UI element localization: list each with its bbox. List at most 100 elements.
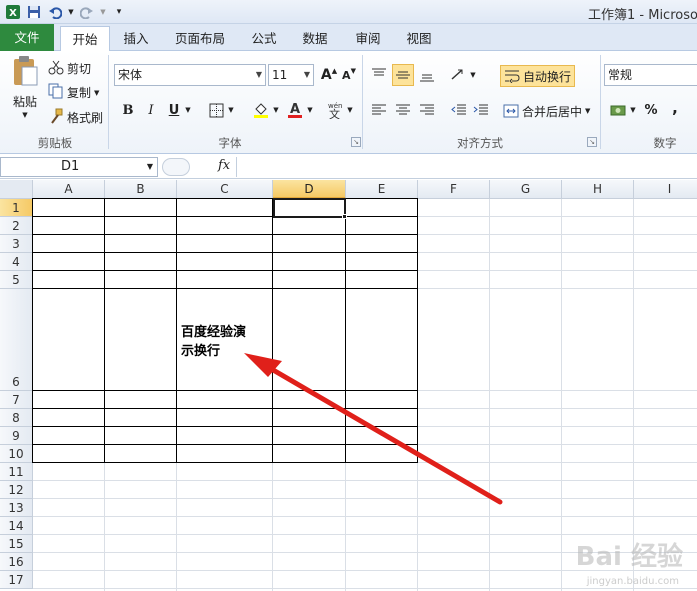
tab-view[interactable]: 视图	[398, 26, 440, 51]
align-top-button[interactable]	[368, 64, 390, 86]
paste-label: 粘贴	[12, 95, 37, 109]
undo-dropdown-icon[interactable]: ▼	[67, 3, 75, 21]
format-painter-label: 格式刷	[67, 111, 104, 125]
cut-button[interactable]: 剪切	[48, 59, 91, 78]
phonetic-dropdown-icon[interactable]: ▼	[345, 99, 355, 121]
merge-center-label: 合并后居中	[522, 104, 583, 119]
font-name-combo[interactable]: 宋体 ▼	[114, 64, 266, 86]
phonetic-guide-button[interactable]: wén 文	[325, 99, 347, 121]
tab-data[interactable]: 数据	[294, 26, 336, 51]
clipboard-group-label: 剪贴板	[37, 136, 73, 150]
tab-insert[interactable]: 插入	[113, 26, 159, 51]
formula-input[interactable]	[236, 157, 697, 177]
ribbon: 粘贴 ▼ 剪切 复制 ▼ 格式刷 剪贴板 ↘ 宋体 ▼ 11 ▼ A ▲ A ▼ B…	[0, 51, 697, 154]
paste-icon	[11, 55, 39, 90]
font-dialog-launcher-icon[interactable]: ↘	[351, 137, 361, 147]
tab-review[interactable]: 审阅	[347, 26, 389, 51]
tab-file[interactable]: 文件	[0, 24, 54, 51]
paint-bucket-icon	[254, 103, 268, 118]
shrink-font-button[interactable]: A ▼	[338, 64, 360, 86]
borders-button[interactable]	[205, 99, 227, 121]
name-box-dropdown-icon[interactable]: ▼	[147, 158, 153, 176]
comma-style-button[interactable]: ,	[664, 97, 686, 119]
align-left-icon	[372, 104, 386, 115]
font-group-label: 字体	[218, 136, 242, 150]
align-right-button[interactable]	[416, 99, 438, 121]
align-middle-button[interactable]	[392, 64, 414, 86]
align-middle-icon	[396, 71, 410, 79]
fill-color-button[interactable]	[250, 99, 272, 121]
orientation-button[interactable]	[448, 64, 470, 86]
spreadsheet-grid[interactable]: ABCDEFGHI 1 2 3 4 5 6 7 8 9 10 11 12 13 14 15 16 17 百度经验…	[0, 180, 697, 591]
italic-button[interactable]: I	[140, 99, 162, 121]
insert-function-icon[interactable]: fx	[218, 158, 230, 173]
font-size-dropdown-icon[interactable]: ▼	[304, 65, 310, 85]
orientation-dropdown-icon[interactable]: ▼	[468, 64, 478, 86]
grow-font-label: A	[320, 67, 332, 83]
currency-icon	[610, 105, 626, 116]
name-box-value: D1	[61, 159, 80, 174]
formula-bar-grip-icon[interactable]	[162, 158, 190, 176]
number-format-combo[interactable]: 常规	[604, 64, 697, 86]
save-icon[interactable]	[25, 3, 43, 21]
wrap-text-button[interactable]: 自动换行	[500, 65, 576, 87]
decrease-indent-button[interactable]	[448, 99, 470, 121]
redo-dropdown-icon[interactable]: ▼	[99, 3, 107, 21]
paste-button[interactable]: 粘贴 ▼	[8, 55, 42, 119]
increase-indent-button[interactable]	[470, 99, 492, 121]
tab-page-layout[interactable]: 页面布局	[168, 26, 232, 51]
ribbon-tabs: 文件 开始 插入 页面布局 公式 数据 审阅 视图	[0, 24, 697, 52]
copy-label: 复制	[67, 86, 92, 100]
borders-dropdown-icon[interactable]: ▼	[226, 99, 236, 121]
merge-center-icon	[503, 104, 519, 118]
redo-icon[interactable]	[78, 3, 96, 21]
separator	[362, 55, 363, 149]
accounting-dropdown-icon[interactable]: ▼	[628, 99, 638, 121]
watermark: Bai 经验	[575, 542, 683, 572]
font-size-combo[interactable]: 11 ▼	[268, 64, 314, 86]
svg-text:A: A	[290, 102, 300, 117]
name-box[interactable]: D1 ▼	[0, 157, 158, 177]
title-bar: X ▼ ▼ ▾ 工作簿1 - Microso	[0, 0, 697, 24]
underline-button[interactable]: U	[163, 99, 185, 121]
merge-center-button[interactable]: 合并后居中 ▼	[503, 100, 590, 122]
accounting-format-button[interactable]	[608, 99, 630, 121]
phonetic-icon: wén文	[328, 102, 342, 119]
align-left-button[interactable]	[368, 99, 390, 121]
increase-indent-icon	[473, 104, 488, 115]
svg-text:X: X	[9, 8, 17, 19]
align-bottom-icon	[420, 74, 434, 82]
customize-qat-icon[interactable]: ▾	[110, 3, 128, 21]
undo-icon[interactable]	[46, 3, 64, 21]
underline-dropdown-icon[interactable]: ▼	[183, 99, 193, 121]
separator	[600, 55, 601, 149]
align-center-button[interactable]	[392, 99, 414, 121]
copy-button[interactable]: 复制 ▼	[48, 83, 99, 102]
quick-access-toolbar: X ▼ ▼ ▾	[4, 3, 128, 21]
font-name-dropdown-icon[interactable]: ▼	[256, 65, 262, 85]
alignment-dialog-launcher-icon[interactable]: ↘	[587, 137, 597, 147]
grow-arrow-icon: ▲	[331, 67, 338, 75]
number-format-value: 常规	[608, 68, 633, 82]
copy-dropdown-icon: ▼	[94, 88, 100, 97]
annotation-arrow-icon	[244, 353, 503, 505]
fill-color-dropdown-icon[interactable]: ▼	[271, 99, 281, 121]
paintbrush-icon	[48, 108, 64, 127]
font-color-dropdown-icon[interactable]: ▼	[305, 99, 315, 121]
merge-center-dropdown-icon[interactable]: ▼	[585, 107, 590, 115]
font-size-value: 11	[272, 68, 288, 82]
shrink-font-label: A	[342, 68, 351, 82]
alignment-group-label: 对齐方式	[457, 136, 503, 150]
format-painter-button[interactable]: 格式刷	[48, 108, 103, 127]
wrap-text-icon	[505, 70, 520, 83]
tab-formulas[interactable]: 公式	[243, 26, 285, 51]
bold-button[interactable]: B	[117, 99, 139, 121]
font-color-button[interactable]: A	[284, 99, 306, 121]
shrink-arrow-icon: ▼	[350, 67, 356, 75]
align-bottom-button[interactable]	[416, 64, 438, 86]
tab-home[interactable]: 开始	[60, 26, 110, 52]
scissors-icon	[48, 59, 64, 78]
formula-bar: D1 ▼ fx	[0, 155, 697, 179]
percent-button[interactable]: %	[640, 99, 662, 121]
grow-font-button[interactable]: A ▲	[318, 64, 340, 86]
